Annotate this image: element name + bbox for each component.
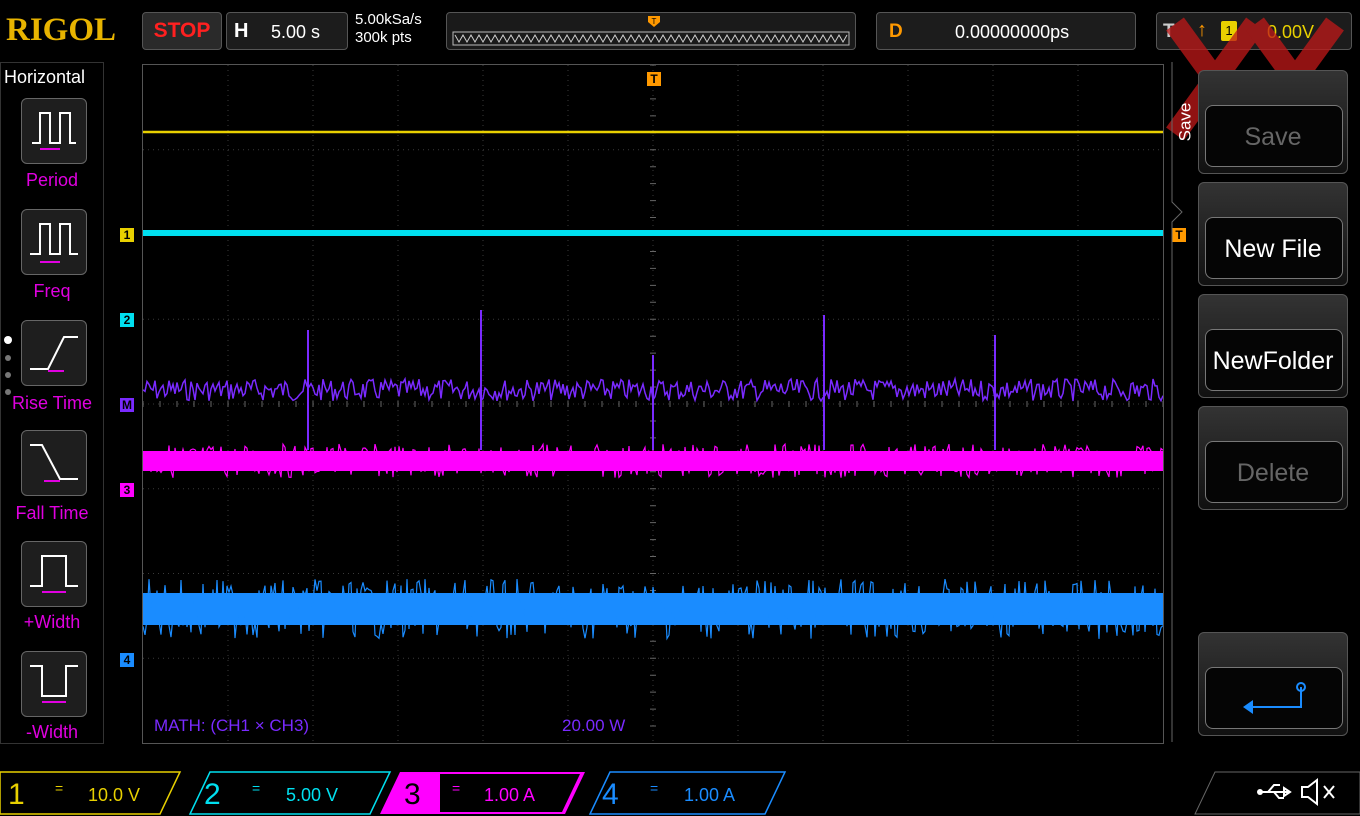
horizontal-label: H	[234, 20, 249, 42]
fall-time-icon	[30, 444, 78, 482]
rise-time-button[interactable]	[21, 320, 87, 386]
menu-page-dots	[4, 336, 12, 395]
frequency-button[interactable]	[21, 209, 87, 275]
new-folder-label: NewFolder	[1212, 347, 1334, 375]
period-label: Period	[25, 170, 79, 190]
fall-time-label: Fall Time	[15, 503, 89, 523]
positive-width-button[interactable]	[21, 541, 87, 607]
period-button[interactable]	[21, 98, 87, 164]
sample-rate: 5.00kSa/s	[355, 11, 422, 28]
back-button[interactable]	[1198, 632, 1348, 736]
return-arrow-icon	[1243, 682, 1306, 714]
ch4-number[interactable]: 4	[602, 778, 619, 812]
math-offset-marker[interactable]: M	[120, 398, 134, 412]
negative-width-label: -Width	[25, 722, 78, 742]
negative-width-icon	[30, 665, 78, 703]
ch2-scale[interactable]: 5.00 V	[286, 785, 338, 806]
ch4-offset-marker[interactable]: 4	[120, 653, 134, 667]
ch3-coupling: =	[452, 780, 461, 796]
memory-depth: 300k pts	[355, 29, 412, 46]
negative-width-button[interactable]	[21, 651, 87, 717]
ch3-offset-marker[interactable]: 3	[120, 483, 134, 497]
speaker-muted-icon[interactable]	[1298, 776, 1338, 808]
waveform-canvas	[142, 64, 1164, 743]
memory-overview-window[interactable]: T	[446, 12, 856, 50]
rise-time-label: Rise Time	[11, 393, 92, 413]
delay-label: D	[889, 21, 903, 42]
rise-time-icon	[30, 336, 78, 372]
svg-text:T: T	[652, 17, 657, 26]
ch4-coupling: =	[650, 780, 659, 796]
positive-width-icon	[30, 555, 78, 593]
acquisition-info: 5.00kSa/s 300k pts	[355, 11, 422, 47]
ch4-scale[interactable]: 1.00 A	[684, 785, 735, 806]
period-icon	[32, 112, 76, 150]
memory-overview-waveform: T	[452, 16, 850, 46]
delay-value: 0.00000000ps	[955, 22, 1070, 42]
timebase-value: 5.00 s	[271, 22, 321, 42]
ch1-coupling: =	[55, 780, 64, 796]
usb-icon	[1257, 784, 1292, 799]
menu-tab-label: Save	[1175, 102, 1195, 142]
math-expression: MATH: (CH1 × CH3)	[154, 716, 310, 735]
save-menu-tab	[1170, 62, 1198, 742]
ch2-coupling: =	[252, 780, 261, 796]
rigol-logo: RIGOL	[6, 12, 117, 48]
ch3-scale[interactable]: 1.00 A	[484, 785, 535, 806]
math-scale: 20.00 W	[562, 716, 626, 735]
delete-label: Delete	[1236, 459, 1310, 487]
run-stop-button[interactable]: STOP	[142, 12, 222, 50]
save-label: Save	[1244, 123, 1302, 151]
delay-box[interactable]: D 0.00000000ps	[876, 12, 1136, 50]
frequency-label: Freq	[33, 281, 71, 301]
menu-title: Horizontal	[4, 67, 86, 87]
fall-time-button[interactable]	[21, 430, 87, 496]
ch1-number[interactable]: 1	[8, 778, 25, 812]
new-file-button[interactable]: New File	[1198, 182, 1348, 286]
positive-width-label: +Width	[23, 612, 81, 632]
ch2-number[interactable]: 2	[204, 778, 221, 812]
new-file-label: New File	[1224, 235, 1322, 263]
save-button[interactable]: Save	[1198, 70, 1348, 174]
new-folder-button[interactable]: NewFolder	[1198, 294, 1348, 398]
waveform-display[interactable]	[142, 64, 1164, 744]
ch2-offset-marker[interactable]: 2	[120, 313, 134, 327]
horizontal-timebase-box[interactable]: H 5.00 s	[226, 12, 348, 50]
frequency-icon	[30, 223, 78, 263]
ch1-offset-marker[interactable]: 1	[120, 228, 134, 242]
trigger-time-marker[interactable]: T	[647, 72, 661, 86]
delete-button[interactable]: Delete	[1198, 406, 1348, 510]
ch3-number[interactable]: 3	[404, 778, 421, 812]
ch1-scale[interactable]: 10.0 V	[88, 785, 140, 806]
